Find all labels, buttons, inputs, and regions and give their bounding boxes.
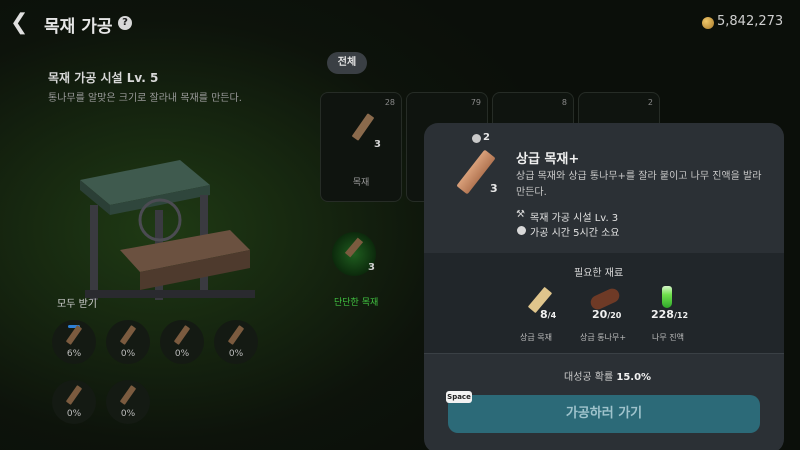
- back-button[interactable]: ❮: [10, 8, 36, 38]
- owned-badge: 2: [647, 98, 653, 107]
- slot-percent: 0%: [66, 409, 82, 419]
- card-name: 목재: [352, 178, 370, 188]
- go-craft-button[interactable]: 가공하러 가기: [448, 395, 760, 433]
- plank-icon: [344, 237, 364, 258]
- slot-percent: 6%: [66, 349, 82, 359]
- divider: [424, 353, 784, 354]
- gold-amount: 5,842,273: [717, 14, 784, 29]
- owned-icon: [472, 134, 481, 143]
- great-success-rate: 대성공 확률 15.0%: [564, 372, 652, 383]
- production-slot[interactable]: 0%: [52, 380, 96, 424]
- production-slot[interactable]: 0%: [160, 320, 204, 364]
- material-count: 228/12: [651, 308, 689, 321]
- recipe-card[interactable]: 28 3 목재: [320, 92, 402, 202]
- material-name: 나무 진액: [652, 333, 684, 342]
- plank-icon: [351, 113, 375, 141]
- tree-sap-icon: [662, 286, 672, 308]
- item-name: 상급 목재+: [516, 152, 580, 167]
- space-key-hint: Space: [446, 391, 472, 403]
- production-slot[interactable]: 0%: [214, 320, 258, 364]
- plank-icon: [65, 385, 83, 405]
- required-materials-title: 필요한 재료: [574, 268, 624, 279]
- page-title: 목재 가공: [44, 17, 113, 37]
- hard-wood-quantity: 3: [368, 262, 375, 273]
- slot-percent: 0%: [228, 349, 244, 359]
- production-slot[interactable]: 6%: [52, 320, 96, 364]
- processing-time: 가공 시간 5시간 소요: [530, 228, 620, 239]
- facility-title: 목재 가공 시설 Lv. 5: [48, 71, 159, 85]
- plank-icon: [173, 325, 191, 345]
- production-slot[interactable]: 0%: [106, 320, 150, 364]
- card-quantity: 3: [374, 139, 381, 150]
- hammer-icon: ⚒: [516, 209, 525, 220]
- clock-icon: [517, 226, 526, 235]
- plank-icon: [65, 325, 83, 345]
- facility-description: 통나무를 알맞은 크기로 잘라내 목재를 만든다.: [48, 93, 242, 104]
- production-slot[interactable]: 0%: [106, 380, 150, 424]
- material-count: 20/20: [592, 308, 622, 321]
- material-count: 8/4: [540, 308, 557, 321]
- plank-icon: [119, 385, 137, 405]
- plank-icon: [119, 325, 137, 345]
- slot-percent: 0%: [120, 409, 136, 419]
- owned-badge: 28: [384, 98, 395, 107]
- item-quantity: 3: [490, 182, 498, 195]
- slot-percent: 0%: [174, 349, 190, 359]
- required-facility: 목재 가공 시설 Lv. 3: [530, 213, 619, 224]
- receive-all-button[interactable]: 모두 받기: [57, 295, 97, 310]
- coin-icon: [702, 17, 714, 29]
- owned-badge: 79: [470, 98, 481, 107]
- owned-badge: 8: [561, 98, 567, 107]
- hard-wood-name: 단단한 목재: [334, 298, 379, 308]
- filter-all-chip[interactable]: 전체: [327, 52, 367, 74]
- slot-percent: 0%: [120, 349, 136, 359]
- owned-count: 2: [483, 132, 490, 143]
- item-description: 상급 목재와 상급 통나무+를 잘라 붙이고 나무 진액을 발라 만든다.: [516, 171, 762, 198]
- help-icon[interactable]: ?: [118, 16, 132, 30]
- material-name: 상급 목재: [520, 333, 552, 342]
- material-name: 상급 통나무+: [580, 333, 627, 342]
- plank-icon: [227, 325, 245, 345]
